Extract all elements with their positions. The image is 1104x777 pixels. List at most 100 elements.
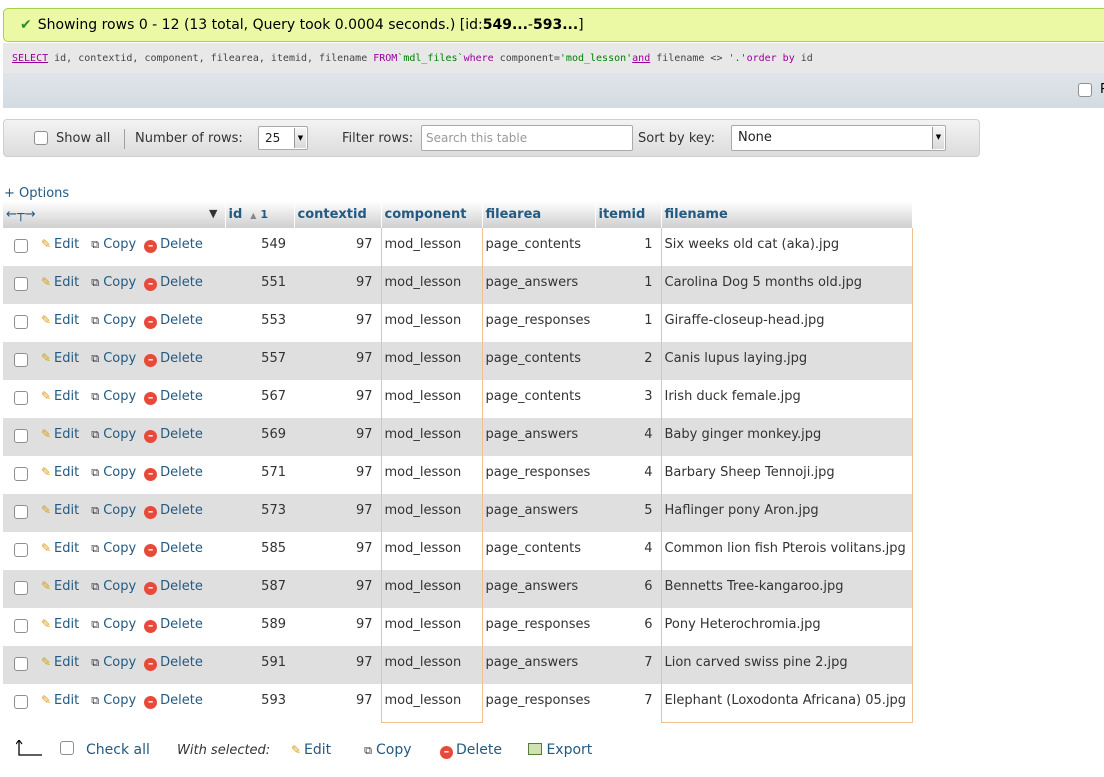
row-copy-button[interactable]: ⧉ Copy xyxy=(87,693,136,708)
row-checkbox[interactable] xyxy=(14,619,28,633)
cell-component[interactable]: mod_lesson xyxy=(380,342,483,380)
cell-itemid[interactable]: 4 xyxy=(595,532,661,570)
column-header-contextid[interactable]: contextid xyxy=(294,201,382,228)
cell-filearea[interactable]: page_responses xyxy=(482,304,595,342)
cell-filename[interactable]: Barbary Sheep Tennoji.jpg xyxy=(660,456,913,494)
row-delete-button[interactable]: – Delete xyxy=(144,541,203,557)
cell-itemid[interactable]: 5 xyxy=(595,494,661,532)
filter-rows-input[interactable]: Search this table xyxy=(421,125,633,151)
row-copy-button[interactable]: ⧉ Copy xyxy=(87,237,136,252)
column-arrows-icon[interactable]: ←┬→ xyxy=(6,207,36,222)
cell-itemid[interactable]: 6 xyxy=(595,570,661,608)
row-edit-button[interactable]: ✎ Edit xyxy=(38,427,79,442)
cell-filename[interactable]: Canis lupus laying.jpg xyxy=(660,342,913,380)
options-link[interactable]: + Options xyxy=(4,186,69,201)
cell-itemid[interactable]: 3 xyxy=(595,380,661,418)
cell-filename[interactable]: Pony Heterochromia.jpg xyxy=(660,608,913,646)
row-checkbox[interactable] xyxy=(14,277,28,291)
show-all-label[interactable]: Show all xyxy=(56,120,110,156)
cell-filename[interactable]: Carolina Dog 5 months old.jpg xyxy=(660,266,913,304)
cell-itemid[interactable]: 1 xyxy=(595,304,661,342)
row-delete-button[interactable]: – Delete xyxy=(144,275,203,291)
cell-component[interactable]: mod_lesson xyxy=(380,304,483,342)
cell-filename[interactable]: Irish duck female.jpg xyxy=(660,380,913,418)
cell-filearea[interactable]: page_contents xyxy=(482,228,595,266)
row-copy-button[interactable]: ⧉ Copy xyxy=(87,617,136,632)
cell-itemid[interactable]: 1 xyxy=(595,228,661,266)
row-copy-button[interactable]: ⧉ Copy xyxy=(87,503,136,518)
row-delete-button[interactable]: – Delete xyxy=(144,351,203,367)
cell-component[interactable]: mod_lesson xyxy=(380,608,483,646)
row-checkbox[interactable] xyxy=(14,429,28,443)
cell-filename[interactable]: Elephant (Loxodonta Africana) 05.jpg xyxy=(660,684,913,723)
cell-filename[interactable]: Six weeks old cat (aka).jpg xyxy=(660,228,913,266)
cell-component[interactable]: mod_lesson xyxy=(380,532,483,570)
row-copy-button[interactable]: ⧉ Copy xyxy=(87,465,136,480)
check-all-link[interactable]: Check all xyxy=(86,742,150,758)
row-delete-button[interactable]: – Delete xyxy=(144,655,203,671)
row-copy-button[interactable]: ⧉ Copy xyxy=(87,541,136,556)
row-edit-button[interactable]: ✎ Edit xyxy=(38,237,79,252)
cell-contextid[interactable]: 97 xyxy=(294,266,381,304)
cell-filearea[interactable]: page_answers xyxy=(482,418,595,456)
cell-id[interactable]: 571 xyxy=(225,456,294,494)
row-checkbox[interactable] xyxy=(14,581,28,595)
row-copy-button[interactable]: ⧉ Copy xyxy=(87,351,136,366)
cell-contextid[interactable]: 97 xyxy=(294,608,381,646)
row-edit-button[interactable]: ✎ Edit xyxy=(38,275,79,290)
cell-filename[interactable]: Common lion fish Pterois volitans.jpg xyxy=(660,532,913,570)
row-delete-button[interactable]: – Delete xyxy=(144,465,203,481)
cell-component[interactable]: mod_lesson xyxy=(380,684,483,723)
cell-component[interactable]: mod_lesson xyxy=(380,418,483,456)
cell-filename[interactable]: Baby ginger monkey.jpg xyxy=(660,418,913,456)
cell-component[interactable]: mod_lesson xyxy=(380,646,483,684)
cell-filearea[interactable]: page_contents xyxy=(482,342,595,380)
cell-contextid[interactable]: 97 xyxy=(294,456,381,494)
cell-filename[interactable]: Bennetts Tree-kangaroo.jpg xyxy=(660,570,913,608)
row-delete-button[interactable]: – Delete xyxy=(144,237,203,253)
row-copy-button[interactable]: ⧉ Copy xyxy=(87,579,136,594)
row-edit-button[interactable]: ✎ Edit xyxy=(38,313,79,328)
cell-filearea[interactable]: page_responses xyxy=(482,456,595,494)
cell-filearea[interactable]: page_contents xyxy=(482,380,595,418)
sql-and[interactable]: and xyxy=(632,53,650,64)
cell-id[interactable]: 551 xyxy=(225,266,294,304)
cell-filearea[interactable]: page_answers xyxy=(482,646,595,684)
cell-itemid[interactable]: 6 xyxy=(595,608,661,646)
row-copy-button[interactable]: ⧉ Copy xyxy=(87,313,136,328)
cell-component[interactable]: mod_lesson xyxy=(380,494,483,532)
column-header-component[interactable]: component xyxy=(381,201,483,228)
row-edit-button[interactable]: ✎ Edit xyxy=(38,389,79,404)
cell-filearea[interactable]: page_answers xyxy=(482,494,595,532)
cell-id[interactable]: 591 xyxy=(225,646,294,684)
row-delete-button[interactable]: – Delete xyxy=(144,427,203,443)
cell-id[interactable]: 553 xyxy=(225,304,294,342)
bulk-copy-button[interactable]: ⧉ Copy xyxy=(360,742,411,758)
cell-filearea[interactable]: page_answers xyxy=(482,570,595,608)
row-checkbox[interactable] xyxy=(14,315,28,329)
cell-itemid[interactable]: 2 xyxy=(595,342,661,380)
row-edit-button[interactable]: ✎ Edit xyxy=(38,693,79,708)
cell-filearea[interactable]: page_responses xyxy=(482,684,595,722)
column-header-filearea[interactable]: filearea xyxy=(482,201,596,228)
cell-contextid[interactable]: 97 xyxy=(294,684,381,722)
cell-filearea[interactable]: page_responses xyxy=(482,608,595,646)
row-delete-button[interactable]: – Delete xyxy=(144,693,203,709)
row-checkbox[interactable] xyxy=(14,391,28,405)
cell-id[interactable]: 549 xyxy=(225,228,294,266)
row-edit-button[interactable]: ✎ Edit xyxy=(38,541,79,556)
cell-component[interactable]: mod_lesson xyxy=(380,570,483,608)
cell-component[interactable]: mod_lesson xyxy=(380,228,483,266)
row-edit-button[interactable]: ✎ Edit xyxy=(38,579,79,594)
row-checkbox[interactable] xyxy=(14,353,28,367)
cell-id[interactable]: 593 xyxy=(225,684,294,722)
cell-component[interactable]: mod_lesson xyxy=(380,456,483,494)
cell-itemid[interactable]: 7 xyxy=(595,646,661,684)
row-edit-button[interactable]: ✎ Edit xyxy=(38,655,79,670)
cell-id[interactable]: 589 xyxy=(225,608,294,646)
cell-component[interactable]: mod_lesson xyxy=(380,380,483,418)
column-header-itemid[interactable]: itemid xyxy=(595,201,662,228)
cell-id[interactable]: 557 xyxy=(225,342,294,380)
bulk-edit-button[interactable]: ✎ Edit xyxy=(288,742,331,758)
row-copy-button[interactable]: ⧉ Copy xyxy=(87,389,136,404)
